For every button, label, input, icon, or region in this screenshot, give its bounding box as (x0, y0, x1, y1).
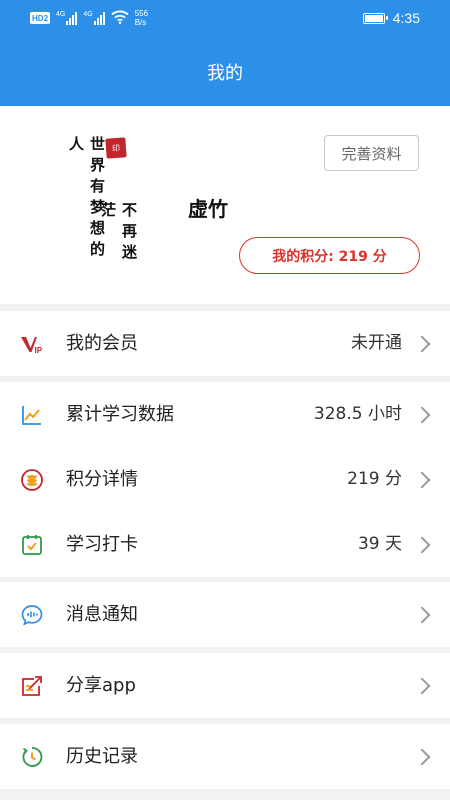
chevron-right-icon (413, 471, 431, 488)
wifi-icon (111, 10, 129, 27)
my-points-badge[interactable]: 我的积分: 219 分 (239, 237, 420, 274)
avatar-calligraphy-line-2: 不再迷茫 (99, 202, 138, 265)
menu-group-history: 历史记录 (0, 724, 450, 789)
page-title: 我的 (207, 62, 243, 84)
clock-history-icon (20, 745, 44, 769)
menu-item-value: 39 天 (357, 534, 402, 554)
menu-item-label: 分享app (66, 675, 136, 696)
menu-item-points-detail[interactable]: 积分详情 219 分 (0, 447, 450, 512)
menu-item-value: 328.5 小时 (313, 404, 402, 424)
profile-card: 世界有梦想的人 不再迷茫 印 虚竹 完善资料 我的积分: 219 分 (0, 106, 450, 304)
chevron-right-icon (413, 406, 431, 423)
menu-item-study-data[interactable]: 累计学习数据 328.5 小时 (0, 382, 450, 447)
chevron-right-icon (413, 677, 431, 694)
status-right-cluster: 4:35 (362, 10, 420, 26)
menu-group-membership: IP 我的会员 未开通 (0, 311, 450, 376)
status-left-cluster: HD 2 4G 4G 556 B/s (30, 9, 148, 27)
page-header: 我的 (0, 37, 450, 106)
chevron-right-icon (413, 335, 431, 352)
menu-group-study: 累计学习数据 328.5 小时 积分详情 219 分 学习打卡 39 天 (0, 382, 450, 577)
chevron-right-icon (413, 606, 431, 623)
seal-stamp-icon: 印 (105, 137, 127, 159)
battery-icon (362, 12, 388, 24)
menu-item-share[interactable]: 分享app (0, 653, 450, 718)
complete-profile-button[interactable]: 完善资料 (324, 135, 419, 171)
status-time: 4:35 (392, 10, 420, 26)
signal-icon: 4G (83, 11, 105, 25)
menu-group-share: 分享app (0, 653, 450, 718)
menu-item-label: 历史记录 (66, 746, 138, 767)
username: 虚竹 (188, 197, 228, 221)
chevron-right-icon (413, 748, 431, 765)
network-speed: 556 B/s (134, 9, 149, 27)
menu-item-label: 累计学习数据 (66, 404, 174, 425)
menu-item-history[interactable]: 历史记录 (0, 724, 450, 789)
menu-item-label: 学习打卡 (66, 534, 138, 555)
menu-group-messages: 消息通知 (0, 582, 450, 647)
signal-icon: 4G (56, 11, 78, 25)
avatar[interactable]: 世界有梦想的人 不再迷茫 印 (62, 136, 138, 276)
menu-item-label: 我的会员 (66, 333, 138, 354)
menu-item-label: 积分详情 (66, 469, 138, 490)
menu-item-checkin[interactable]: 学习打卡 39 天 (0, 512, 450, 577)
menu-item-messages[interactable]: 消息通知 (0, 582, 450, 647)
calendar-check-icon (20, 533, 44, 557)
menu-item-membership[interactable]: IP 我的会员 未开通 (0, 311, 450, 376)
status-bar: HD 2 4G 4G 556 B/s 4:35 (0, 0, 450, 37)
svg-text:IP: IP (35, 346, 43, 355)
coin-icon (20, 468, 44, 492)
chevron-right-icon (413, 536, 431, 553)
share-icon (20, 674, 44, 698)
menu-item-value: 219 分 (347, 469, 402, 489)
trend-chart-icon (20, 403, 44, 427)
hd-voice-badge: HD 2 (30, 12, 51, 24)
vip-icon: IP (20, 332, 44, 356)
menu-item-label: 消息通知 (66, 604, 138, 625)
menu-item-value: 未开通 (351, 333, 402, 353)
message-bubble-icon (20, 603, 44, 627)
